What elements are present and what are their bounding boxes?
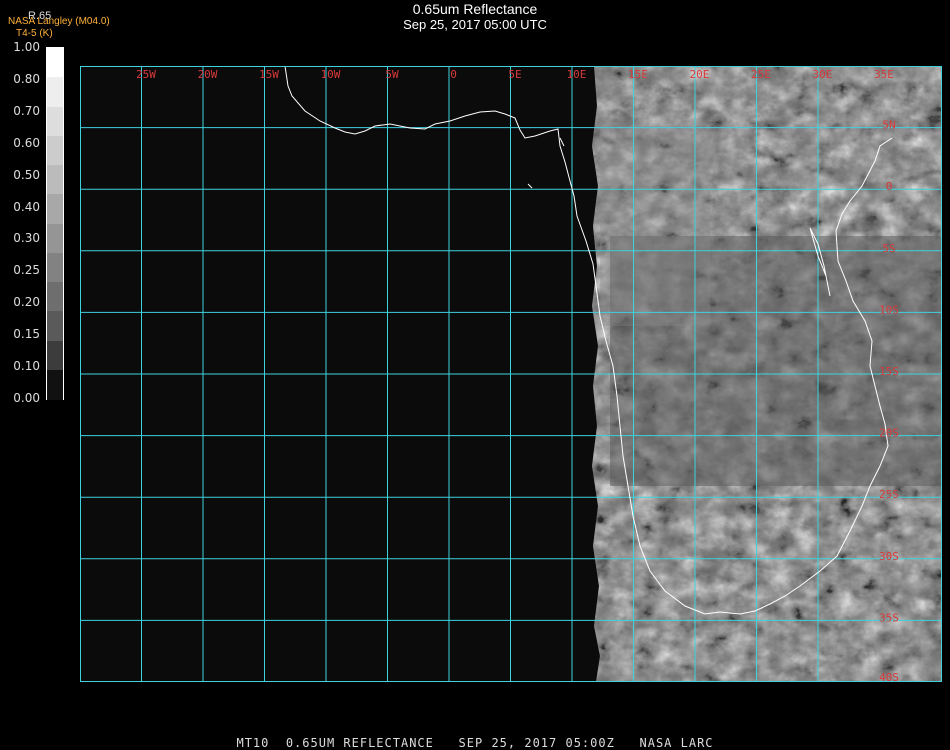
colorbar-step — [47, 223, 63, 254]
latitude-label: 0 — [886, 180, 893, 193]
latitude-label: 15S — [879, 365, 899, 378]
longitude-label: 5E — [508, 68, 521, 81]
footer-caption: MT10 0.65UM REFLECTANCE SEP 25, 2017 05:… — [236, 736, 714, 750]
image-title: 0.65um Reflectance — [412, 1, 538, 17]
longitude-label: 25W — [136, 68, 156, 81]
colorbar-step — [47, 106, 63, 137]
colorbar-label: 0.40 — [13, 199, 40, 214]
longitude-label: 25E — [751, 68, 771, 81]
colorbar-label: 0.30 — [13, 231, 40, 246]
colorbar-step — [47, 77, 63, 108]
colorbar-label: 0.50 — [13, 167, 40, 182]
longitude-label: 15W — [259, 68, 279, 81]
longitude-label: 5W — [385, 68, 399, 81]
colorbar-label: 0.70 — [13, 103, 40, 118]
longitude-label: 10E — [567, 68, 587, 81]
image-timestamp: Sep 25, 2017 05:00 UTC — [403, 17, 547, 32]
longitude-label: 35E — [874, 68, 894, 81]
latitude-label: 5N — [882, 119, 895, 132]
satellite-map: 25W 20W 15W 10W 5W 0 5E 10E 15E 20E 25E 30E 35E 5N 0 5S… — [80, 66, 942, 682]
latitude-label: 10S — [879, 303, 899, 316]
map-canvas: 25W 20W 15W 10W 5W 0 5E 10E 15E 20E 25E 30E 35E 5N 0 5S… — [80, 66, 942, 682]
longitude-label: 10W — [321, 68, 341, 81]
latitude-label: 20S — [879, 427, 899, 440]
latitude-label: 35S — [879, 611, 899, 624]
colorbar-label: 0.15 — [13, 327, 40, 342]
latitude-label: 30S — [879, 550, 899, 563]
colorbar-label: 0.25 — [13, 263, 40, 278]
colorbar — [46, 47, 64, 400]
colorbar-step — [47, 135, 63, 166]
colorbar-step — [47, 340, 63, 371]
colorbar-step — [47, 252, 63, 283]
credit-source: NASA Langley (M04.0) — [8, 16, 110, 27]
colorbar-step — [47, 165, 63, 196]
colorbar-label: 0.60 — [13, 135, 40, 150]
credit-block: NASA Langley (M04.0) T4-5 (K) — [8, 16, 110, 40]
longitude-label: 0 — [450, 68, 457, 81]
colorbar-step — [47, 369, 63, 400]
latitude-label: 40S — [879, 671, 899, 682]
colorbar-label: 0.10 — [13, 359, 40, 374]
latitude-label: 25S — [879, 488, 899, 501]
colorbar-label: 1.00 — [13, 40, 40, 54]
colorbar-step — [47, 194, 63, 225]
colorbar-step — [47, 311, 63, 342]
colorbar-step — [47, 282, 63, 313]
longitude-label: 20E — [690, 68, 710, 81]
longitude-label: 20W — [198, 68, 218, 81]
colorbar-step — [47, 48, 63, 79]
colorbar-label: 0.80 — [13, 71, 40, 86]
colorbar-label: 0.20 — [13, 295, 40, 310]
longitude-label: 15E — [628, 68, 648, 81]
longitude-label: 30E — [813, 68, 833, 81]
credit-unit: T4-5 (K) — [16, 28, 53, 39]
colorbar-label: 0.00 — [13, 391, 40, 405]
latitude-label: 5S — [882, 242, 895, 255]
